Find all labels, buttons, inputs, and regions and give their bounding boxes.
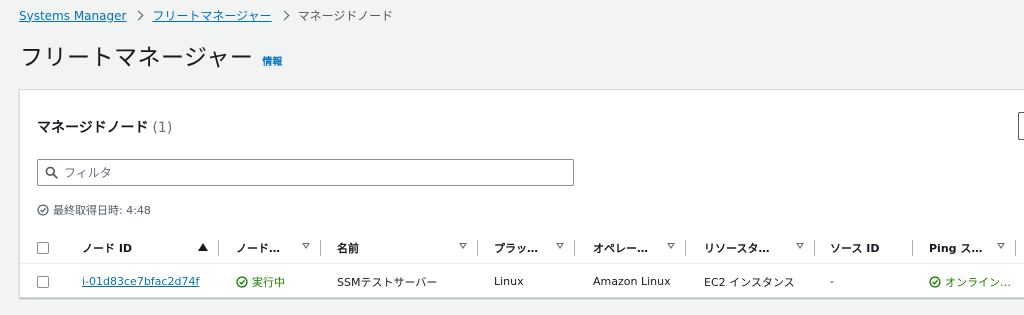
- col-platform[interactable]: プラッ…: [494, 231, 574, 264]
- ping-status-text: オンライン…: [945, 275, 1011, 289]
- select-all-cell: [37, 231, 57, 264]
- col-resource-type[interactable]: リソースタ…: [704, 231, 814, 264]
- breadcrumb-systems-manager[interactable]: Systems Manager: [19, 9, 126, 23]
- filter-box[interactable]: [37, 159, 574, 186]
- col-source-id[interactable]: ソース ID: [830, 231, 912, 264]
- cell-os: Amazon Linux: [593, 275, 671, 288]
- column-divider[interactable]: [218, 240, 219, 256]
- sort-icon: [302, 243, 310, 249]
- check-circle-icon: [929, 275, 941, 288]
- page-title: フリートマネージャー: [20, 45, 254, 71]
- column-divider[interactable]: [477, 240, 478, 256]
- column-divider[interactable]: [685, 240, 686, 256]
- sort-icon: [997, 243, 1005, 249]
- check-circle-icon: [236, 275, 248, 288]
- sort-ascending-icon: [198, 243, 208, 251]
- col-name-label: 名前: [337, 241, 359, 255]
- panel-title-text: マネージドノード: [37, 120, 149, 136]
- cell-name: SSMテストサーバー: [337, 275, 438, 289]
- panel-title: マネージドノード (1): [37, 117, 172, 137]
- cell-source-id: -: [830, 275, 834, 288]
- row-checkbox[interactable]: [37, 275, 49, 288]
- page-header: フリートマネージャー 情報: [20, 38, 282, 72]
- column-divider[interactable]: [1015, 240, 1016, 256]
- sort-icon: [667, 243, 675, 249]
- chevron-right-icon: [279, 10, 290, 21]
- managed-nodes-panel: マネージドノード(1) 最終取得日時: 4:48 ノード ID ノード…: [19, 89, 1024, 298]
- cell-node-id: i-01d83ce7bfac2d74f: [82, 265, 218, 298]
- node-state-text: 実行中: [252, 275, 285, 289]
- filter-input[interactable]: [64, 165, 544, 180]
- col-resource-type-label: リソースタ…: [704, 241, 770, 255]
- sort-icon: [796, 243, 804, 249]
- col-os[interactable]: オペレー…: [593, 231, 685, 264]
- node-state-status: 実行中: [236, 274, 285, 290]
- col-name[interactable]: 名前: [337, 231, 477, 264]
- col-ping-status[interactable]: Ping ス…: [929, 231, 1015, 264]
- col-node-id[interactable]: ノード ID: [82, 231, 218, 264]
- node-id-link[interactable]: i-01d83ce7bfac2d74f: [82, 275, 199, 288]
- node-count: (1): [152, 120, 173, 136]
- cell-platform: Linux: [494, 275, 524, 288]
- info-link[interactable]: 情報: [262, 53, 282, 68]
- sort-icon: [556, 243, 564, 249]
- last-fetched-text: 最終取得日時: 4:48: [53, 204, 151, 217]
- chevron-right-icon: [133, 10, 144, 21]
- check-circle-icon: [37, 204, 49, 216]
- col-node-state[interactable]: ノード…: [236, 231, 320, 264]
- panel-action-button[interactable]: [1018, 112, 1024, 140]
- select-all-checkbox[interactable]: [37, 241, 49, 254]
- col-os-label: オペレー…: [593, 241, 648, 255]
- column-divider[interactable]: [912, 240, 913, 256]
- column-divider[interactable]: [574, 240, 575, 256]
- column-divider[interactable]: [320, 240, 321, 256]
- cell-resource-type: EC2 インスタンス: [704, 275, 795, 289]
- last-fetched: 最終取得日時: 4:48: [37, 202, 151, 218]
- table-row[interactable]: i-01d83ce7bfac2d74f 実行中 SSMテストサーバー Linux…: [20, 265, 1024, 298]
- ping-status: オンライン…: [929, 274, 1011, 290]
- breadcrumb: Systems Manager フリートマネージャー マネージドノード: [19, 7, 393, 24]
- search-icon: [45, 166, 58, 179]
- table-header: ノード ID ノード… 名前 プラッ… オペレー… リソースタ… ソース ID …: [20, 231, 1024, 264]
- column-divider[interactable]: [814, 240, 815, 256]
- cell-node-state: 実行中: [236, 265, 320, 298]
- cell-ping-status: オンライン…: [929, 265, 1024, 298]
- sort-icon: [459, 243, 467, 249]
- col-ping-status-label: Ping ス…: [929, 241, 983, 255]
- breadcrumb-current: マネージドノード: [297, 9, 394, 23]
- col-node-id-label: ノード ID: [82, 241, 133, 255]
- col-node-state-label: ノード…: [236, 241, 280, 255]
- col-platform-label: プラッ…: [494, 241, 538, 255]
- row-select-cell: [37, 265, 57, 298]
- breadcrumb-fleet-manager[interactable]: フリートマネージャー: [152, 7, 271, 24]
- col-source-id-label: ソース ID: [830, 241, 880, 255]
